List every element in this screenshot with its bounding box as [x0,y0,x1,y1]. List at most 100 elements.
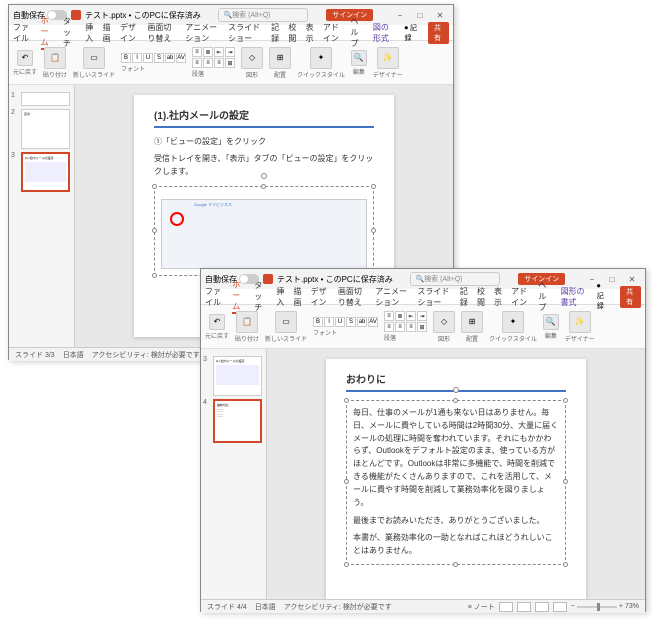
maximize-button[interactable]: □ [411,8,429,22]
powerpoint-window-2: 自動保存 テスト.pptx • このPCに保存済み 🔍 検索 (Alt+Q) サ… [200,268,646,612]
reading-view-button[interactable] [535,602,549,612]
paste-button[interactable]: 📋 [44,47,66,69]
resize-handle[interactable] [152,184,157,189]
selected-image[interactable]: Google マイビジネス [154,186,374,276]
zoom-slider[interactable] [577,606,617,608]
arrange-button[interactable]: ⊞ [461,311,483,333]
tab-help[interactable]: ヘルプ [538,280,553,313]
tab-insert[interactable]: 挿入 [85,22,95,44]
tab-view[interactable]: 表示 [306,22,316,44]
quickstyle-button[interactable]: ✦ [502,311,524,333]
share-button[interactable]: 共有 [620,286,641,308]
tab-shape-format[interactable]: 図形の書式 [561,286,586,308]
shapes-button[interactable]: ◇ [433,311,455,333]
thumbnail-4[interactable]: おわりに━━━━━━━━━━━━━━━━━━━━ [213,399,262,443]
tab-transitions[interactable]: 画面切り替え [338,286,368,308]
tab-touch[interactable]: タッチ [254,280,269,313]
slide-title[interactable]: (1).社内メールの設定 [154,107,374,128]
sorter-view-button[interactable] [517,602,531,612]
tab-file[interactable]: ファイル [205,286,225,308]
tab-review[interactable]: 校閲 [288,22,298,44]
tab-draw[interactable]: 描画 [103,22,113,44]
underline-button[interactable]: U [143,53,153,63]
tab-review[interactable]: 校閲 [477,286,487,308]
selected-textbox[interactable]: 毎日、仕事のメールが1通も来ない日はありません。毎日、メールに費やしている時間は… [346,400,566,565]
closing-2[interactable]: 本書が、業務効率化の一助となればこれほどうれしいことはありません。 [353,532,559,558]
bullets-button[interactable]: ≡ [192,47,202,57]
slide: おわりに 毎日、仕事のメールが1通も来ない日はありません。毎日、メールに費やして… [326,359,586,599]
slide-counter: スライド 4/4 [207,602,247,612]
thumbnail-3[interactable]: (1).社内メールの設定 [21,152,70,192]
tab-design[interactable]: デザイン [120,22,141,44]
slideshow-view-button[interactable] [553,602,567,612]
shapes-button[interactable]: ◇ [241,47,263,69]
bold-button[interactable]: B [121,53,131,63]
close-button[interactable]: ✕ [623,272,641,286]
arrange-button[interactable]: ⊞ [269,47,291,69]
thumbnail-1[interactable] [21,92,70,106]
tab-record[interactable]: 記録 [460,286,470,308]
new-slide-button[interactable]: ▭ [83,47,105,69]
body-text[interactable]: 毎日、仕事のメールが1通も来ない日はありません。毎日、メールに費やしている時間は… [353,407,559,509]
slide-counter: スライド 3/3 [15,350,55,360]
paste-button[interactable]: 📋 [236,311,258,333]
editing-button[interactable]: 🔍 [351,50,367,66]
tab-transitions[interactable]: 画面切り替え [147,22,178,44]
filename: テスト.pptx • このPCに保存済み [85,10,201,21]
language-status[interactable]: 日本語 [255,602,276,612]
tab-home[interactable]: ホーム [41,15,56,50]
tab-design[interactable]: デザイン [311,286,331,308]
ribbon-tabs: ファイル ホーム タッチ 挿入 描画 デザイン 画面切り替え アニメーション ス… [9,25,453,41]
slide-canvas[interactable]: おわりに 毎日、仕事のメールが1通も来ない日はありません。毎日、メールに費やして… [267,349,645,599]
tab-slideshow[interactable]: スライドショー [417,286,452,308]
ribbon-body: ↶元に戻す 📋貼り付け ▭新しいスライド BIUSabAVフォント ≡≣⇤⇥≡≡… [201,305,645,349]
accessibility-status[interactable]: アクセシビリティ: 検討が必要です [284,602,392,612]
tab-animations[interactable]: アニメーション [375,286,410,308]
close-button[interactable]: ✕ [431,8,449,22]
share-button[interactable]: 共有 [428,22,449,44]
designer-button[interactable]: ✨ [377,47,399,69]
tab-view[interactable]: 表示 [494,286,504,308]
search-input[interactable]: 🔍 検索 (Alt+Q) [410,272,500,286]
record-button[interactable]: ⏺ 記録 [401,22,422,44]
normal-view-button[interactable] [499,602,513,612]
tab-slideshow[interactable]: スライドショー [228,22,264,44]
strike-button[interactable]: S [154,53,164,63]
rotate-handle[interactable] [261,173,267,179]
editing-button[interactable]: 🔍 [543,314,559,330]
thumbnail-pane[interactable]: 3(1).社内メールの設定 4おわりに━━━━━━━━━━━━━━━━━━━━ [201,349,267,599]
quickstyle-button[interactable]: ✦ [310,47,332,69]
undo-icon[interactable]: ↶ [209,314,225,330]
closing-1[interactable]: 最後までお読みいただき、ありがとうございました。 [353,515,559,528]
notes-button[interactable]: ≡ ノート [468,602,495,612]
tab-animations[interactable]: アニメーション [185,22,221,44]
zoom-level[interactable]: 73% [625,603,639,610]
rotate-handle[interactable] [453,387,459,393]
record-button[interactable]: ⏺ 記録 [593,282,613,312]
tab-record[interactable]: 記録 [271,22,281,44]
accessibility-status[interactable]: アクセシビリティ: 検討が必要です [92,350,200,360]
tab-addin[interactable]: アドイン [323,22,344,44]
italic-button[interactable]: I [132,53,142,63]
designer-button[interactable]: ✨ [569,311,591,333]
statusbar: スライド 4/4 日本語 アクセシビリティ: 検討が必要です ≡ ノート −+7… [201,599,645,613]
paragraph-group: ≡≣⇤⇥ ≡≡≡⊞ 段落 [192,47,235,78]
slide-step1[interactable]: ①「ビューの設定」をクリック [154,136,374,149]
new-slide-button[interactable]: ▭ [275,311,297,333]
tab-home[interactable]: ホーム [232,279,247,314]
tab-addin[interactable]: アドイン [511,286,531,308]
language-status[interactable]: 日本語 [63,350,84,360]
thumbnail-2[interactable]: 目次 [21,109,70,149]
thumbnail-3[interactable]: (1).社内メールの設定 [213,356,262,396]
tab-touch[interactable]: タッチ [63,16,78,49]
thumbnail-pane[interactable]: 1 2目次 3(1).社内メールの設定 [9,85,75,347]
minimize-button[interactable]: − [391,8,409,22]
font-group: BIUSabAV フォント [121,53,186,73]
search-input[interactable]: 🔍 検索 (Alt+Q) [218,8,308,22]
tab-draw[interactable]: 描画 [294,286,304,308]
tab-help[interactable]: ヘルプ [351,16,366,49]
undo-icon[interactable]: ↶ [17,50,33,66]
tab-insert[interactable]: 挿入 [276,286,286,308]
tab-picture-format[interactable]: 図の形式 [373,22,394,44]
tab-file[interactable]: ファイル [13,22,34,44]
